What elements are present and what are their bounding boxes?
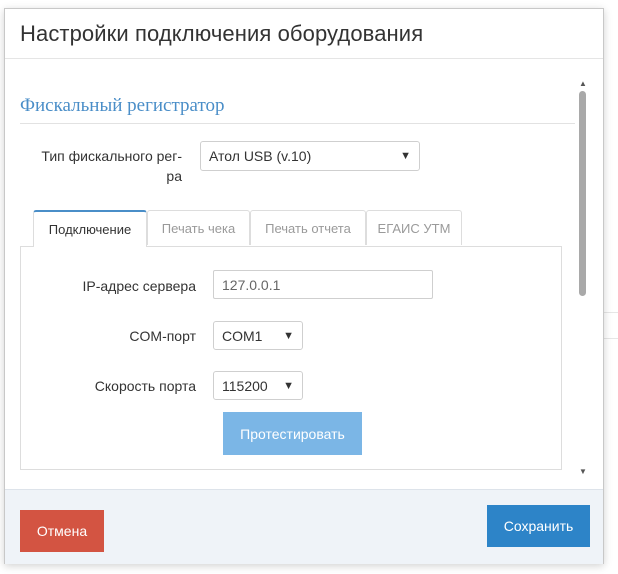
settings-tabs: Подключение Печать чека Печать отчета ЕГ…	[20, 210, 562, 247]
backdrop-divider	[604, 338, 618, 339]
equipment-settings-dialog: Настройки подключения оборудования Фиска…	[4, 8, 604, 564]
fiscal-type-select[interactable]: Атол USB (v.10) ▼	[200, 141, 420, 171]
modal-body[interactable]: Фискальный регистратор Тип фискального р…	[5, 59, 603, 489]
save-button[interactable]: Сохранить	[487, 505, 590, 547]
ip-address-input[interactable]: 127.0.0.1	[213, 270, 433, 299]
tab-egais-utm[interactable]: ЕГАИС УТМ	[366, 210, 462, 245]
fiscal-type-label-line1: Тип фискального рег-	[41, 148, 182, 164]
port-speed-value: 115200	[222, 377, 268, 394]
com-port-value: COM1	[222, 327, 263, 344]
body-scrollbar[interactable]: ▲ ▼	[575, 59, 591, 489]
section-title: Фискальный регистратор	[20, 95, 575, 124]
tab-report-print[interactable]: Печать отчета	[250, 210, 366, 245]
backdrop-divider	[604, 312, 618, 313]
fiscal-type-label: Тип фискального рег- ра	[20, 146, 182, 186]
fiscal-type-value: Атол USB (v.10)	[209, 148, 312, 164]
scroll-down-arrow-icon[interactable]: ▼	[575, 467, 591, 476]
modal-title: Настройки подключения оборудования	[20, 21, 424, 46]
chevron-down-icon: ▼	[283, 329, 294, 342]
port-speed-label: Скорость порта	[94, 378, 196, 394]
tab-connection[interactable]: Подключение	[33, 210, 147, 247]
com-port-select[interactable]: COM1 ▼	[213, 321, 303, 350]
connection-tab-panel: IP-адрес сервера 127.0.0.1 COM-порт COM1…	[20, 246, 562, 470]
tab-receipt-print[interactable]: Печать чека	[147, 210, 250, 245]
port-speed-select[interactable]: 115200 ▼	[213, 371, 303, 400]
fiscal-type-label-line2: ра	[166, 168, 182, 184]
ip-address-label: IP-адрес сервера	[82, 278, 196, 294]
chevron-down-icon: ▼	[283, 379, 294, 392]
chevron-down-icon: ▼	[400, 150, 411, 162]
modal-header: Настройки подключения оборудования	[5, 9, 603, 59]
scroll-up-arrow-icon[interactable]: ▲	[575, 79, 591, 88]
scroll-thumb[interactable]	[579, 91, 586, 296]
test-button[interactable]: Протестировать	[223, 412, 362, 455]
com-port-label: COM-порт	[129, 328, 196, 344]
cancel-button[interactable]: Отмена	[20, 510, 104, 552]
modal-footer: Отмена Сохранить	[5, 489, 603, 564]
